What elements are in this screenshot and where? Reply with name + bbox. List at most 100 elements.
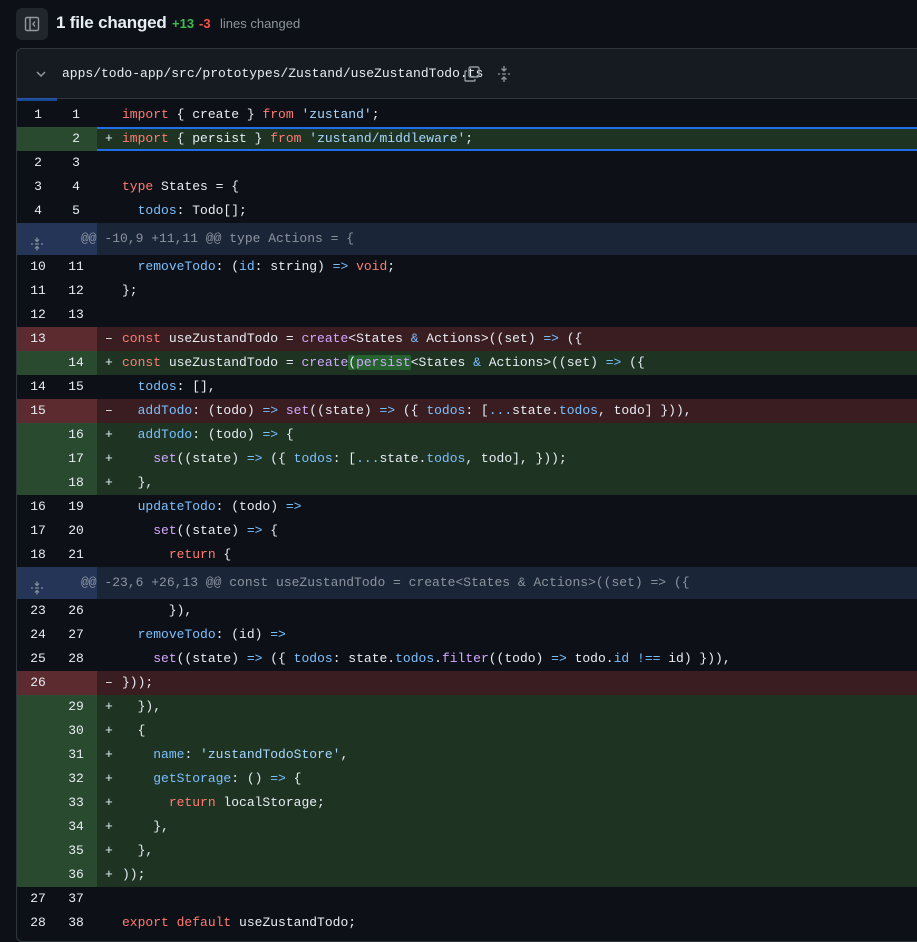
diff-line-row[interactable]: 26 –})); xyxy=(17,671,917,695)
old-line-number[interactable]: 16 xyxy=(22,495,54,519)
new-line-number[interactable]: 15 xyxy=(60,375,92,399)
diff-line-row[interactable]: 16 19 updateTodo: (todo) => xyxy=(17,495,917,519)
diff-line-row[interactable]: 13 – const useZustandTodo = create<States … xyxy=(17,327,917,351)
new-line-number[interactable]: 13 xyxy=(60,303,92,327)
new-line-number[interactable]: 32 xyxy=(60,767,92,791)
old-line-number[interactable]: 26 xyxy=(22,671,54,695)
hunk-header-row[interactable]: @@ -23,6 +26,13 @@ const useZustandTodo … xyxy=(17,567,917,599)
additions-count: +13 xyxy=(172,16,195,31)
diff-line-row[interactable]: 14 + const useZustandTodo = create(persist… xyxy=(17,351,917,375)
new-line-number[interactable]: 31 xyxy=(60,743,92,767)
diff-line-row[interactable]: 2 + import { persist } from 'zustand/middl… xyxy=(17,127,917,151)
new-line-number[interactable]: 37 xyxy=(60,887,92,911)
diff-line-row[interactable]: 17 + set((state) => ({ todos: [...state.t… xyxy=(17,447,917,471)
old-line-number[interactable]: 17 xyxy=(22,519,54,543)
new-line-number[interactable]: 27 xyxy=(60,623,92,647)
new-line-number[interactable]: 21 xyxy=(60,543,92,567)
old-line-number[interactable]: 24 xyxy=(22,623,54,647)
hunk-header-row[interactable]: @@ -10,9 +11,11 @@ type Actions = { xyxy=(17,223,917,255)
old-line-number[interactable]: 23 xyxy=(22,599,54,623)
old-line-number[interactable]: 12 xyxy=(22,303,54,327)
new-line-number[interactable]: 16 xyxy=(60,423,92,447)
old-line-number[interactable]: 4 xyxy=(22,199,54,223)
new-line-number[interactable]: 5 xyxy=(60,199,92,223)
diff-line-row[interactable]: 28 38 export default useZustandTodo; xyxy=(17,911,917,935)
new-line-number[interactable]: 1 xyxy=(60,103,92,127)
diff-line-row[interactable]: 11 12 }; xyxy=(17,279,917,303)
diff-sign: + xyxy=(105,795,113,810)
diff-sign: + xyxy=(105,427,113,442)
new-line-number[interactable]: 19 xyxy=(60,495,92,519)
diff-line-row[interactable]: 33 + return localStorage; xyxy=(17,791,917,815)
new-line-number[interactable]: 38 xyxy=(60,911,92,935)
old-line-number[interactable]: 10 xyxy=(22,255,54,279)
new-line-number[interactable]: 20 xyxy=(60,519,92,543)
diff-line-row[interactable]: 17 20 set((state) => { xyxy=(17,519,917,543)
chevron-down-icon[interactable] xyxy=(35,67,47,85)
diff-line-row[interactable]: 18 21 return { xyxy=(17,543,917,567)
new-line-number[interactable]: 34 xyxy=(60,815,92,839)
expand-all-icon[interactable] xyxy=(497,65,511,88)
old-line-number[interactable]: 2 xyxy=(22,151,54,175)
diff-line-row[interactable]: 36 +)); xyxy=(17,863,917,887)
new-line-number[interactable]: 11 xyxy=(60,255,92,279)
diff-sign xyxy=(105,103,113,127)
file-path[interactable]: apps/todo-app/src/prototypes/Zustand/use… xyxy=(62,66,483,81)
diff-line-row[interactable]: 14 15 todos: [], xyxy=(17,375,917,399)
diff-line-row[interactable]: 15 – addTodo: (todo) => set((state) => ({… xyxy=(17,399,917,423)
new-line-number[interactable]: 4 xyxy=(60,175,92,199)
new-line-number[interactable]: 30 xyxy=(60,719,92,743)
diff-line-row[interactable]: 18 + }, xyxy=(17,471,917,495)
diff-line-row[interactable]: 23 xyxy=(17,151,917,175)
diff-sign xyxy=(105,279,113,303)
diff-sign xyxy=(105,495,113,519)
copy-icon[interactable] xyxy=(463,65,481,88)
diff-line-row[interactable]: 34 + }, xyxy=(17,815,917,839)
new-line-number[interactable]: 17 xyxy=(60,447,92,471)
old-line-number[interactable]: 27 xyxy=(22,887,54,911)
old-line-number[interactable]: 25 xyxy=(22,647,54,671)
code-line: const useZustandTodo = create<States & A… xyxy=(122,331,583,346)
diff-line-row[interactable]: 12 13 xyxy=(17,303,917,327)
new-line-number[interactable]: 36 xyxy=(60,863,92,887)
diff-line-row[interactable]: 32 + getStorage: () => { xyxy=(17,767,917,791)
diff-line-row[interactable]: 11 import { create } from 'zustand'; xyxy=(17,99,917,127)
new-line-number[interactable]: 28 xyxy=(60,647,92,671)
old-line-number[interactable]: 13 xyxy=(22,327,54,351)
new-line-number[interactable]: 2 xyxy=(60,127,92,151)
old-line-number[interactable]: 3 xyxy=(22,175,54,199)
new-line-number[interactable]: 3 xyxy=(60,151,92,175)
new-line-number[interactable]: 35 xyxy=(60,839,92,863)
diff-line-row[interactable]: 35 + }, xyxy=(17,839,917,863)
old-line-number[interactable]: 14 xyxy=(22,375,54,399)
diff-line-row[interactable]: 27 37 xyxy=(17,887,917,911)
old-line-number[interactable]: 28 xyxy=(22,911,54,935)
old-line-number[interactable]: 1 xyxy=(22,103,54,127)
toggle-file-tree-button[interactable] xyxy=(16,8,48,40)
diff-line-row[interactable]: 45 todos: Todo[]; xyxy=(17,199,917,223)
diff-line-row[interactable]: 16 + addTodo: (todo) => { xyxy=(17,423,917,447)
new-line-number[interactable]: 33 xyxy=(60,791,92,815)
old-line-number[interactable]: 18 xyxy=(22,543,54,567)
code-line: )); xyxy=(122,867,146,882)
diff-line-row[interactable]: 31 + name: 'zustandTodoStore', xyxy=(17,743,917,767)
diff-line-row[interactable]: 34 type States = { xyxy=(17,175,917,199)
old-line-number[interactable]: 15 xyxy=(22,399,54,423)
diff-line-row[interactable]: 29 + }), xyxy=(17,695,917,719)
new-line-number[interactable]: 12 xyxy=(60,279,92,303)
diff-line-row[interactable]: 10 11 removeTodo: (id: string) => void; xyxy=(17,255,917,279)
diff-line-row[interactable]: 25 28 set((state) => ({ todos: state.todo… xyxy=(17,647,917,671)
code-line: export default useZustandTodo; xyxy=(122,915,357,930)
diff-sign: + xyxy=(105,747,113,762)
diff-line-row[interactable]: 23 26 }), xyxy=(17,599,917,623)
new-line-number[interactable]: 29 xyxy=(60,695,92,719)
diff-line-row[interactable]: 24 27 removeTodo: (id) => xyxy=(17,623,917,647)
old-line-number[interactable]: 11 xyxy=(22,279,54,303)
new-line-number[interactable]: 26 xyxy=(60,599,92,623)
code-line: import { persist } from 'zustand/middlew… xyxy=(122,131,474,146)
diff-line-row[interactable]: 30 + { xyxy=(17,719,917,743)
code-line: set((state) => { xyxy=(153,523,279,538)
new-line-number[interactable]: 18 xyxy=(60,471,92,495)
new-line-number[interactable]: 14 xyxy=(60,351,92,375)
code-line: }), xyxy=(122,603,193,618)
